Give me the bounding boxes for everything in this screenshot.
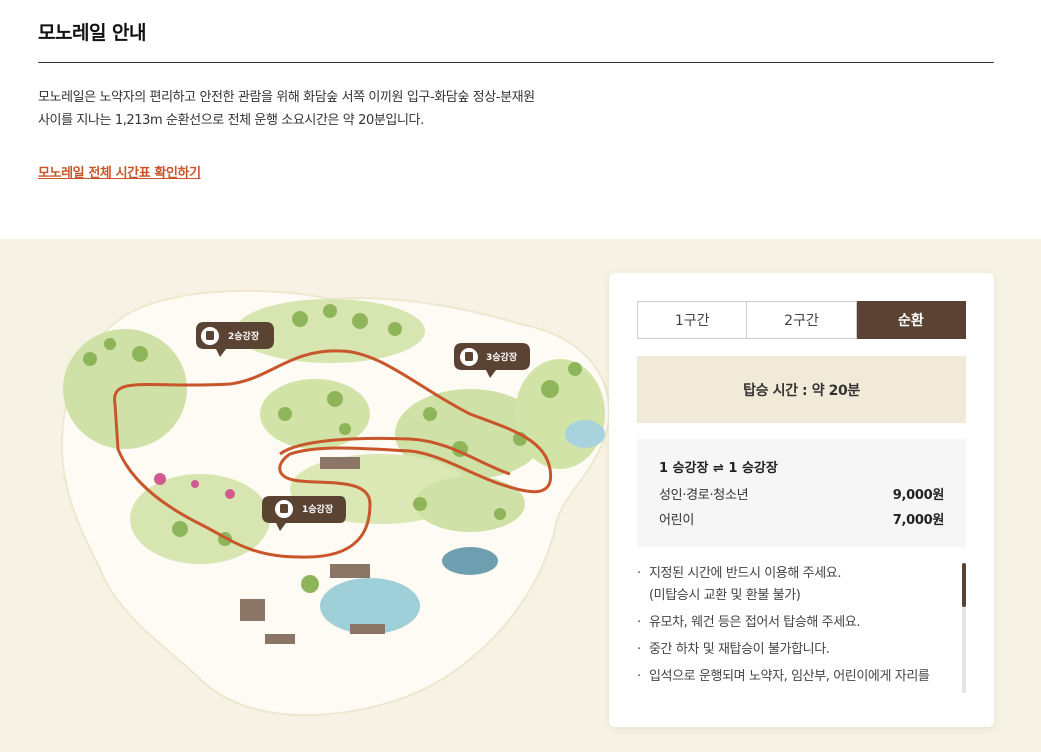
timetable-link[interactable]: 모노레일 전체 시간표 확인하기 — [38, 162, 201, 181]
notice-scrollbar-thumb[interactable] — [962, 563, 966, 607]
notice-subtext: (미탑승시 교환 및 환불 불가) — [649, 588, 801, 603]
fare-category: 성인·경로·청소년 — [659, 488, 749, 503]
dome-garden — [442, 547, 498, 575]
notice-text: 중간 하차 및 재탑승이 불가합니다. — [649, 642, 830, 657]
description-line-2: 사이를 지나는 1,213m 순환선으로 전체 운행 소요시간은 약 20분입니… — [38, 113, 424, 128]
notice-text: 입석으로 운행되며 노약자, 임산부, 어린이에게 자리를 — [649, 669, 930, 684]
tab-section-2[interactable]: 2구간 — [747, 301, 857, 339]
monorail-map-section: 1승강장 2승강장 3승강장 1구간 2구간 순환 탑승 시간 : 약 20분 … — [0, 239, 1041, 752]
forest-zone-far-east — [515, 359, 605, 469]
notice-text: 유모차, 웨건 등은 접어서 탑승해 주세요. — [649, 615, 861, 630]
fare-row: 성인·경로·청소년 9,000원 — [659, 483, 944, 508]
route-stations: 1 승강장 ⇌ 1 승강장 — [659, 461, 778, 476]
fare-category: 어린이 — [659, 513, 694, 528]
notice-scrollbar[interactable] — [962, 563, 966, 693]
station-label-3: 3승강장 — [486, 351, 518, 363]
fare-panel: 1구간 2구간 순환 탑승 시간 : 약 20분 1 승강장 ⇌ 1 승강장 성… — [609, 273, 994, 727]
station-label-1: 1승강장 — [302, 503, 334, 515]
notice-text: 지정된 시간에 반드시 이용해 주세요. — [649, 566, 842, 581]
tab-section-1[interactable]: 1구간 — [637, 301, 748, 339]
forest-zone-west — [63, 329, 187, 449]
monorail-map: 1승강장 2승강장 3승강장 — [60, 289, 610, 717]
ride-time-box: 탑승 시간 : 약 20분 — [637, 356, 966, 423]
fare-row: 어린이 7,000원 — [659, 508, 944, 533]
route-tabs: 1구간 2구간 순환 — [637, 301, 966, 339]
forest-zone-south — [130, 474, 270, 564]
notice-item: 지정된 시간에 반드시 이용해 주세요. (미탑승시 교환 및 환불 불가) — [637, 563, 957, 607]
description-line-1: 모노레일은 노약자의 편리하고 안전한 관람을 위해 화담숲 서쪽 이끼원 입구… — [38, 90, 535, 105]
station-label-2: 2승강장 — [228, 330, 260, 342]
monorail-description: 모노레일은 노약자의 편리하고 안전한 관람을 위해 화담숲 서쪽 이끼원 입구… — [38, 86, 598, 132]
fare-price: 7,000원 — [892, 513, 945, 528]
notice-item: 중간 하차 및 재탑승이 불가합니다. — [637, 639, 957, 661]
notice-list: 지정된 시간에 반드시 이용해 주세요. (미탑승시 교환 및 환불 불가) 유… — [637, 563, 957, 697]
notice-item: 입석으로 운행되며 노약자, 임산부, 어린이에게 자리를 — [637, 666, 957, 688]
title-divider — [38, 62, 994, 63]
fare-box: 1 승강장 ⇌ 1 승강장 성인·경로·청소년 9,000원 어린이 7,000… — [637, 439, 966, 547]
ride-time-text: 탑승 시간 : 약 20분 — [743, 382, 860, 399]
page-title: 모노레일 안내 — [38, 22, 147, 44]
tab-loop[interactable]: 순환 — [856, 301, 966, 339]
pond-east — [565, 420, 605, 448]
notice-item: 유모차, 웨건 등은 접어서 탑승해 주세요. — [637, 612, 957, 634]
fare-price: 9,000원 — [892, 488, 945, 503]
forest-zone-southeast — [415, 476, 525, 532]
